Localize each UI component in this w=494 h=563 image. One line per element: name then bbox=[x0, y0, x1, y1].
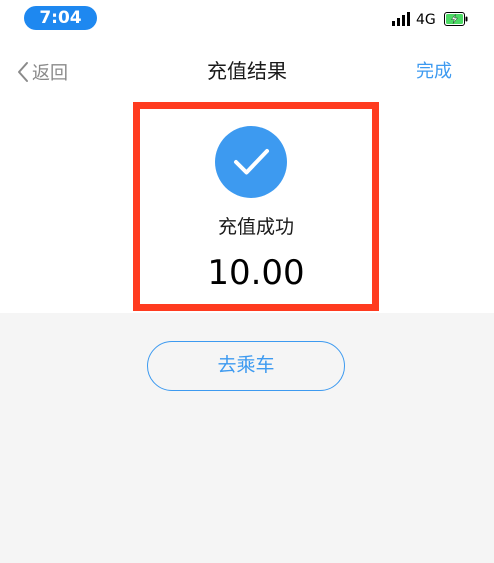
signal-icon bbox=[392, 12, 412, 26]
network-type: 4G bbox=[416, 12, 436, 28]
done-button[interactable]: 完成 bbox=[416, 58, 452, 86]
page-title: 充值结果 bbox=[207, 59, 287, 83]
recharge-amount: 10.00 bbox=[207, 253, 305, 293]
back-label: 返回 bbox=[32, 63, 68, 84]
recharge-result-box: 充值成功 10.00 bbox=[133, 102, 379, 311]
chevron-left-icon bbox=[18, 62, 28, 82]
status-time: 7:04 bbox=[24, 6, 97, 30]
back-button[interactable]: 返回 bbox=[16, 58, 68, 86]
check-icon bbox=[215, 126, 287, 198]
go-ride-button[interactable]: 去乘车 bbox=[147, 341, 345, 391]
recharge-status: 充值成功 bbox=[217, 216, 294, 238]
battery-charging-icon bbox=[444, 11, 468, 26]
top-panel: 7:04 4G 返回 充值结果 完成 充值成功 10.00 bbox=[0, 0, 494, 313]
